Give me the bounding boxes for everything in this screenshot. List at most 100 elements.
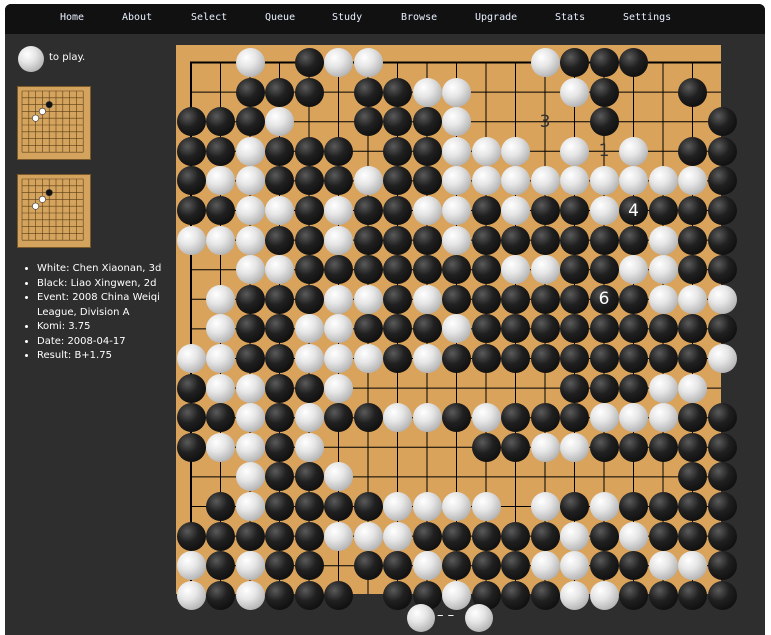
black-stone (294, 225, 324, 255)
white-stone (442, 492, 471, 521)
black-stone (176, 107, 206, 137)
black-stone (412, 107, 442, 137)
black-stone (324, 492, 353, 521)
black-stone (707, 166, 737, 196)
black-stone (707, 107, 737, 137)
problem-thumbnail-1[interactable] (17, 86, 91, 160)
black-stone (530, 344, 560, 373)
white-stone (412, 196, 442, 225)
nav-select[interactable]: Select (191, 12, 227, 23)
nav-stats[interactable]: Stats (555, 12, 585, 23)
info-date: Date: 2008-04-17 (37, 335, 167, 350)
white-stone (589, 403, 619, 433)
black-stone (176, 136, 206, 166)
white-stone (235, 551, 265, 581)
white-stone (530, 551, 560, 581)
problem-thumbnail-2[interactable] (17, 174, 91, 248)
black-stone (648, 196, 678, 225)
black-stone (648, 521, 678, 551)
black-stone (383, 344, 412, 373)
nav-settings[interactable]: Settings (623, 12, 671, 23)
info-black-player: Black: Liao Xingwen, 2d (37, 277, 167, 292)
black-stone (619, 48, 648, 77)
go-board[interactable]: 3 1 4 6 (176, 45, 737, 610)
white-stone (412, 551, 442, 581)
white-stone (176, 551, 206, 581)
white-stone (324, 344, 353, 373)
nav-about[interactable]: About (122, 12, 152, 23)
black-stone (678, 580, 707, 610)
white-stone (560, 580, 589, 610)
nav-home[interactable]: Home (60, 12, 84, 23)
nav-upgrade[interactable]: Upgrade (475, 12, 517, 23)
player-footer: – – (405, 604, 505, 634)
black-stone (235, 284, 265, 314)
nav-study[interactable]: Study (332, 12, 362, 23)
app-frame: Home About Select Queue Study Browse Upg… (5, 4, 765, 635)
black-stone (589, 373, 619, 403)
white-stone (235, 373, 265, 403)
white-stone (235, 48, 265, 77)
black-stone (176, 403, 206, 433)
black-stone (501, 225, 530, 255)
white-stone (353, 48, 383, 77)
black-stone (501, 432, 530, 462)
black-stone (678, 196, 707, 225)
black-stone (678, 255, 707, 285)
white-stone (235, 403, 265, 433)
white-stone (619, 136, 648, 166)
nav-queue[interactable]: Queue (265, 12, 295, 23)
black-stone (560, 255, 589, 285)
black-stone (530, 196, 560, 225)
black-stone (707, 492, 737, 521)
white-stone (324, 521, 353, 551)
black-stone (353, 314, 383, 344)
white-stone (235, 432, 265, 462)
white-stone (619, 255, 648, 285)
black-stone (383, 136, 412, 166)
black-stone (471, 255, 501, 285)
white-stone (619, 403, 648, 433)
black-stone (501, 403, 530, 433)
info-white-player: White: Chen Xiaonan, 3d (37, 262, 167, 277)
black-stone (707, 314, 737, 344)
black-stone (206, 521, 235, 551)
black-stone (619, 344, 648, 373)
white-stone (324, 196, 353, 225)
move-number-label: 1 (598, 141, 610, 162)
black-stone (353, 196, 383, 225)
white-stone (442, 196, 471, 225)
white-stone (707, 284, 737, 314)
black-stone (383, 284, 412, 314)
black-stone (412, 136, 442, 166)
black-stone (176, 196, 206, 225)
white-stone (235, 225, 265, 255)
black-stone (678, 432, 707, 462)
top-nav: Home About Select Queue Study Browse Upg… (5, 4, 765, 34)
white-stone (560, 432, 589, 462)
white-stone (353, 344, 383, 373)
black-stone (412, 521, 442, 551)
black-stone (265, 225, 294, 255)
black-stone (265, 580, 294, 610)
thumb-white-stone (38, 195, 46, 203)
black-stone (648, 580, 678, 610)
white-stone (560, 551, 589, 581)
black-stone (442, 521, 471, 551)
black-stone (324, 136, 353, 166)
white-stone (235, 166, 265, 196)
white-stone (442, 225, 471, 255)
black-stone (235, 344, 265, 373)
thumb-white-stone (32, 114, 40, 122)
nav-browse[interactable]: Browse (401, 12, 437, 23)
black-stone (206, 492, 235, 521)
black-stone (294, 166, 324, 196)
black-stone (294, 492, 324, 521)
black-stone (324, 580, 353, 610)
black-stone (707, 196, 737, 225)
white-stone (648, 225, 678, 255)
black-stone (383, 196, 412, 225)
black-stone (560, 344, 589, 373)
black-stone (353, 77, 383, 107)
white-stone (294, 344, 324, 373)
